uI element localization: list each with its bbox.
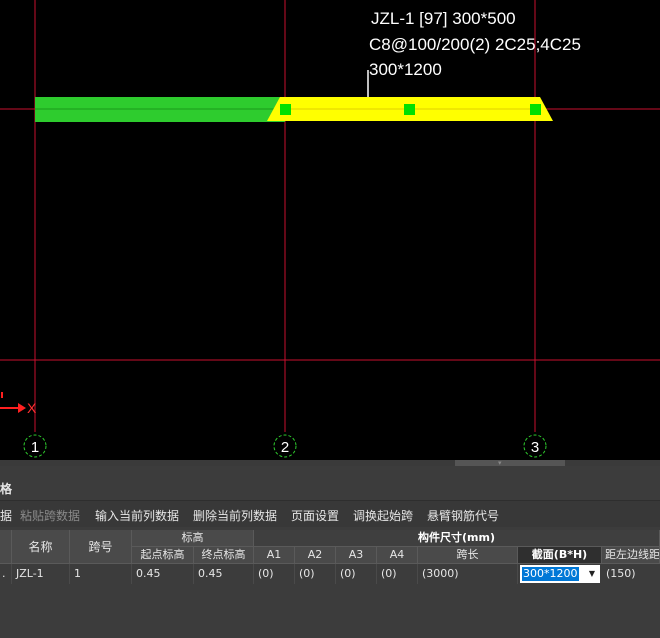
cell-a2[interactable]: (0)	[295, 564, 336, 584]
canvas-graphics[interactable]: X 1 2 3	[0, 0, 660, 460]
row-index[interactable]: .	[0, 564, 12, 584]
span-table-panel: 格 据 粘贴跨数据 输入当前列数据 删除当前列数据 页面设置 调换起始跨 悬臂钢…	[0, 466, 660, 638]
chevron-down-icon[interactable]: ▼	[586, 567, 598, 581]
grip-mid[interactable]	[404, 104, 415, 115]
panel-toolbar: 据 粘贴跨数据 输入当前列数据 删除当前列数据 页面设置 调换起始跨 悬臂钢筋代…	[0, 500, 660, 527]
cell-start-elevation[interactable]: 0.45	[132, 564, 194, 584]
header-section[interactable]: 截面(B*H)	[518, 547, 602, 564]
toolbar-paste-span-data[interactable]: 粘贴跨数据	[20, 507, 80, 524]
header-elevation-group: 标高	[132, 530, 254, 547]
header-a2[interactable]: A2	[295, 547, 336, 564]
header-start-elevation[interactable]: 起点标高	[132, 547, 194, 564]
beam-annotation-line3[interactable]: 300*1200	[369, 60, 442, 80]
header-end-elevation[interactable]: 终点标高	[194, 547, 254, 564]
section-input[interactable]: 300*1200	[522, 567, 579, 581]
header-a3[interactable]: A3	[336, 547, 377, 564]
header-name[interactable]: 名称	[12, 530, 70, 564]
toolbar-cantilever-rebar-code[interactable]: 悬臂钢筋代号	[427, 507, 499, 524]
panel-title: 格	[0, 482, 13, 496]
header-span-length[interactable]: 跨长	[418, 547, 518, 564]
toolbar-item-data[interactable]: 据	[0, 507, 12, 524]
header-dimension-group: 构件尺寸(mm)	[254, 530, 660, 547]
toolbar-input-column-data[interactable]: 输入当前列数据	[95, 507, 179, 524]
section-editor[interactable]: 300*1200 ▼	[520, 565, 600, 583]
header-a4[interactable]: A4	[377, 547, 418, 564]
cell-span-no[interactable]: 1	[70, 564, 132, 584]
header-span-no[interactable]: 跨号	[70, 530, 132, 564]
cell-a3[interactable]: (0)	[336, 564, 377, 584]
ucs-x-arrow-icon	[18, 403, 26, 413]
axis-label-3: 3	[531, 439, 539, 456]
axis-label-2: 2	[281, 439, 289, 456]
header-a1[interactable]: A1	[254, 547, 295, 564]
cell-name[interactable]: JZL-1	[12, 564, 70, 584]
span-table: 名称 跨号 标高 起点标高 终点标高 构件尺寸(mm) A1 A2 A3 A4 …	[0, 530, 660, 638]
beam-annotation-line2[interactable]: C8@100/200(2) 2C25;4C25	[369, 35, 581, 55]
grip-start[interactable]	[280, 104, 291, 115]
beam-annotation-line1[interactable]: JZL-1 [97] 300*500	[371, 9, 516, 29]
toolbar-swap-start-span[interactable]: 调换起始跨	[353, 507, 413, 524]
row-index-header	[0, 530, 12, 564]
cell-span-length[interactable]: (3000)	[418, 564, 518, 584]
toolbar-delete-column-data[interactable]: 删除当前列数据	[193, 507, 277, 524]
axis-label-1: 1	[31, 439, 39, 456]
cell-a1[interactable]: (0)	[254, 564, 295, 584]
toolbar-page-setup[interactable]: 页面设置	[291, 507, 339, 524]
grip-end[interactable]	[530, 104, 541, 115]
cell-end-elevation[interactable]: 0.45	[194, 564, 254, 584]
cell-edge-distance[interactable]: (150)	[602, 564, 660, 584]
header-edge-distance[interactable]: 距左边线距	[602, 547, 660, 564]
drawing-canvas[interactable]: X 1 2 3 JZL-1 [97] 300*500 C8@100/200(2)…	[0, 0, 660, 460]
ucs-x-label: X	[27, 400, 37, 416]
cell-a4[interactable]: (0)	[377, 564, 418, 584]
